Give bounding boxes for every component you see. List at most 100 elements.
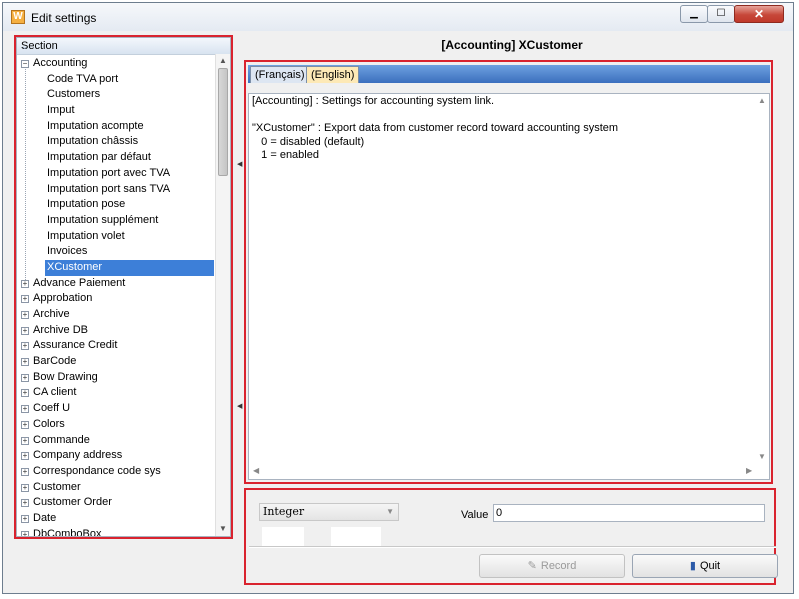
collapse-left-icon[interactable]: ◀ (237, 160, 242, 168)
tree-node[interactable]: + Customer Order (17, 495, 214, 511)
separator (249, 546, 776, 548)
scroll-up-icon[interactable]: ▲ (216, 54, 230, 68)
tab-francais[interactable]: (Français) (250, 66, 310, 83)
tree-child-node[interactable]: Imputation pose (17, 197, 214, 213)
tree-node[interactable]: + Assurance Credit (17, 338, 214, 354)
tree-node-label: Bow Drawing (33, 370, 98, 383)
expand-icon[interactable]: + (21, 420, 29, 429)
tree-node[interactable]: + Customer (17, 480, 214, 496)
scroll-right-icon[interactable]: ▶ (746, 466, 752, 475)
type-select-value: Integer (263, 505, 305, 518)
close-button[interactable]: ✕ (734, 5, 784, 23)
tree-node[interactable]: + Commande (17, 433, 214, 449)
tree-node-label: Correspondance code sys (33, 464, 161, 477)
tree-node[interactable]: + Advance Paiement (17, 276, 214, 292)
tree-node-label: Customers (47, 88, 101, 101)
scroll-up-icon[interactable]: ▲ (755, 96, 769, 105)
app-icon: W (11, 10, 25, 24)
tree-child-node[interactable]: Imputation port avec TVA (17, 166, 214, 182)
collapse-icon[interactable]: − (21, 60, 29, 68)
tree-column-header[interactable]: Section ⌄ (17, 38, 230, 55)
tree-node[interactable]: + Company address (17, 448, 214, 464)
sort-icon: ⌄ (21, 41, 29, 51)
tree-node[interactable]: + Archive DB (17, 323, 214, 339)
type-select[interactable]: Integer ▼ (259, 503, 399, 521)
tree-child-node[interactable]: Imputation châssis (17, 134, 214, 150)
expand-icon[interactable]: + (21, 499, 29, 508)
tree-node[interactable]: + Approbation (17, 291, 214, 307)
tab-english[interactable]: (English) (306, 66, 360, 83)
expand-icon[interactable]: + (21, 295, 29, 304)
expand-icon[interactable]: + (21, 530, 29, 536)
expand-icon[interactable]: + (21, 436, 29, 445)
tree-child-node[interactable]: Code TVA port (17, 72, 214, 88)
tree-node-label: Accounting (33, 57, 88, 69)
expand-icon[interactable]: + (21, 389, 29, 398)
panel-splitter[interactable]: ◀ ◀ (237, 32, 243, 542)
tree-node[interactable]: + Bow Drawing (17, 370, 214, 386)
tree-node[interactable]: + CA client (17, 385, 214, 401)
record-button[interactable]: ✎ Record (479, 554, 625, 578)
expand-icon[interactable]: + (21, 326, 29, 335)
tree-node[interactable]: + Archive (17, 307, 214, 323)
tree-node-label: Colors (33, 417, 65, 430)
tree-node[interactable]: + DbComboBox (17, 527, 214, 536)
expand-icon[interactable]: + (21, 342, 29, 351)
tree-child-node[interactable]: Invoices (17, 244, 214, 260)
tree-node[interactable]: + Colors (17, 417, 214, 433)
collapse-left-icon[interactable]: ◀ (237, 402, 242, 410)
expand-icon[interactable]: + (21, 514, 29, 523)
expand-icon[interactable]: + (21, 483, 29, 492)
tree-node-label: Imputation pose (47, 198, 126, 211)
tree-node[interactable]: + Date (17, 511, 214, 527)
description-horizontal-scrollbar[interactable]: ◀ ▶ (249, 465, 756, 479)
expand-icon[interactable]: + (21, 467, 29, 476)
title-bar[interactable]: W Edit settings ▁ ☐ ✕ (3, 3, 793, 31)
tree-node-label: CA client (33, 386, 77, 399)
tree-node-label: Imputation port avec TVA (47, 166, 171, 179)
language-tabs: (Français) (English) (248, 65, 770, 83)
tree-child-node[interactable]: Imputation par défaut (17, 150, 214, 166)
tree-node[interactable]: − Accounting (17, 56, 214, 72)
scroll-down-icon[interactable]: ▼ (755, 452, 769, 461)
tree-child-node[interactable]: Imputation supplément (17, 213, 214, 229)
scroll-thumb[interactable] (218, 68, 228, 176)
description-vertical-scrollbar[interactable]: ▲ ▼ (755, 94, 769, 466)
expand-icon[interactable]: + (21, 452, 29, 461)
scroll-down-icon[interactable]: ▼ (216, 522, 230, 536)
tree-child-node[interactable]: Imput (17, 103, 214, 119)
minimize-button[interactable]: ▁ (680, 5, 708, 23)
maximize-button[interactable]: ☐ (707, 5, 735, 23)
edit-settings-window: W Edit settings ▁ ☐ ✕ Section ⌄ − Account… (2, 2, 794, 594)
dialog-body: Section ⌄ − Accounting Code TVA port Custom… (10, 32, 787, 588)
tree-node-label: Imput (47, 104, 75, 117)
tree-node-label: Customer (33, 480, 81, 493)
tree-node-label: Code TVA port (47, 72, 119, 85)
tree-node-label: Imputation par défaut (47, 151, 151, 164)
section-title: [Accounting] XCustomer (441, 38, 583, 52)
tree-node-label: Imputation port sans TVA (47, 182, 171, 195)
section-tree[interactable]: Section ⌄ − Accounting Code TVA port Custom… (16, 37, 231, 537)
expand-icon[interactable]: + (21, 405, 29, 414)
tree-child-node[interactable]: Imputation volet (17, 229, 214, 245)
expand-icon[interactable]: + (21, 358, 29, 367)
tree-vertical-scrollbar[interactable]: ▲ ▼ (215, 54, 230, 536)
tree-node-label: Imputation acompte (47, 119, 144, 132)
quit-button[interactable]: ▮ Quit (632, 554, 778, 578)
tree-child-node[interactable]: Customers (17, 87, 214, 103)
tree-node[interactable]: + Correspondance code sys (17, 464, 214, 480)
description-text: [Accounting] : Settings for accounting s… (252, 95, 619, 161)
expand-icon[interactable]: + (21, 279, 29, 288)
tree-child-node[interactable]: Imputation acompte (17, 119, 214, 135)
tree-child-node[interactable]: Imputation port sans TVA (17, 182, 214, 198)
tree-node-label: Assurance Credit (33, 339, 118, 352)
tree-child-node[interactable]: XCustomer (45, 259, 214, 276)
description-text-area[interactable]: [Accounting] : Settings for accounting s… (248, 93, 770, 480)
tree-node[interactable]: + Coeff U (17, 401, 214, 417)
scroll-left-icon[interactable]: ◀ (253, 466, 259, 475)
value-input[interactable]: 0 (493, 504, 765, 522)
expand-icon[interactable]: + (21, 373, 29, 382)
tree-node[interactable]: + BarCode (17, 354, 214, 370)
tree-node-label: Invoices (47, 245, 88, 258)
expand-icon[interactable]: + (21, 311, 29, 319)
